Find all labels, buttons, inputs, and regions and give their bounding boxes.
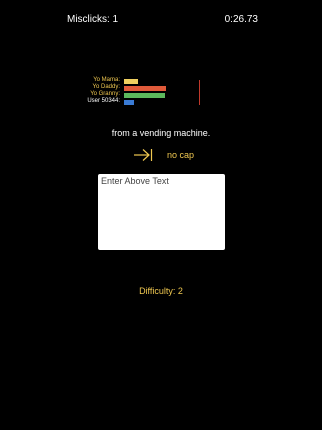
mode-label: no cap <box>167 150 195 160</box>
mode-row: no cap <box>133 147 194 163</box>
race-progress-panel: Yo Mama: Yo Daddy: Yo Granny: User 50344… <box>60 77 220 108</box>
tab-arrow-icon[interactable] <box>133 148 153 162</box>
race-timer: 0:26.73 <box>224 14 258 25</box>
racer-row: User 50344: <box>60 98 220 106</box>
finish-line <box>199 80 200 105</box>
racer-progress-bar <box>124 86 166 91</box>
racer-progress-bar <box>124 93 165 98</box>
racer-name: Yo Granny: <box>90 91 120 97</box>
difficulty-label: Difficulty: 2 <box>139 286 183 296</box>
misclicks-counter: Misclicks: 1 <box>67 14 119 25</box>
racer-name: Yo Mama: <box>93 77 120 83</box>
racer-name: User 50344: <box>87 98 120 104</box>
prompt-text: from a vending machine. <box>111 128 211 138</box>
racer-progress-bar <box>124 100 134 105</box>
answer-input[interactable] <box>98 174 225 250</box>
racer-progress-bar <box>124 79 138 84</box>
racer-name: Yo Daddy: <box>92 84 120 90</box>
